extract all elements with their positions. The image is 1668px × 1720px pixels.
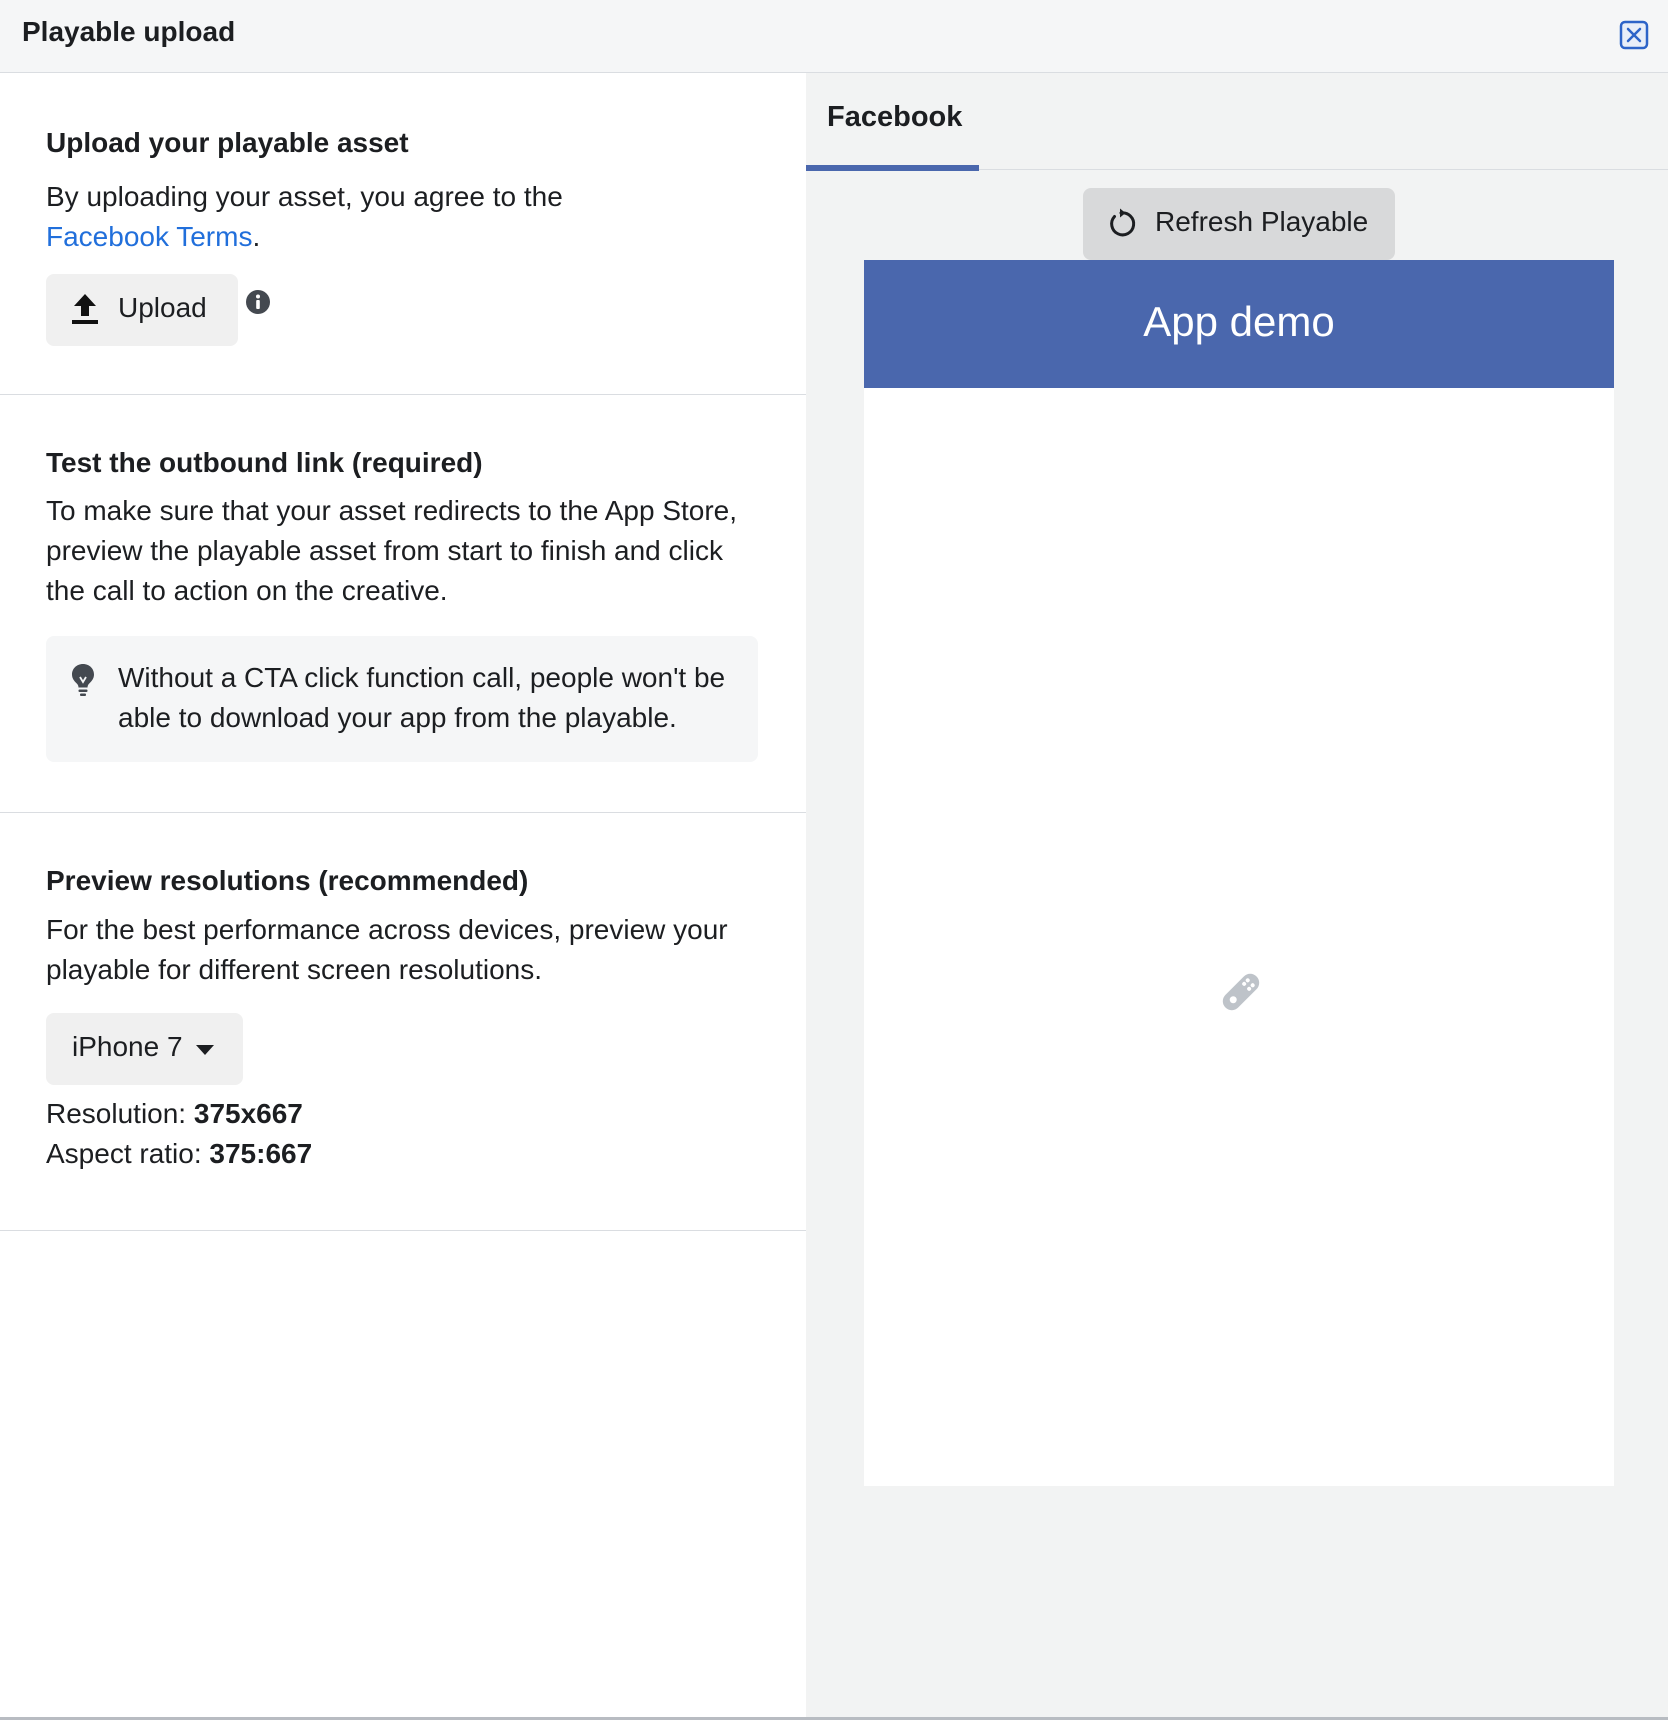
cta-tip-box: Without a CTA click function call, peopl… — [46, 636, 758, 762]
preview-section-text: For the best performance across devices,… — [46, 910, 728, 990]
terms-agreement-text: By uploading your asset, you agree to th… — [46, 181, 563, 212]
close-icon — [1619, 20, 1649, 50]
outbound-section-text: To make sure that your asset redirects t… — [46, 491, 737, 611]
aspect-ratio-value: 375:667 — [209, 1138, 313, 1169]
facebook-terms-link[interactable]: Facebook Terms — [46, 221, 252, 252]
tip-text-line: able to download your app from the playa… — [118, 702, 677, 733]
outbound-link-section: Test the outbound link (required) To mak… — [0, 395, 806, 813]
upload-icon — [72, 294, 98, 324]
upload-button-label: Upload — [118, 292, 207, 323]
outbound-text-line: To make sure that your asset redirects t… — [46, 495, 738, 526]
upload-section: Upload your playable asset By uploading … — [0, 73, 806, 395]
tab-facebook[interactable]: Facebook — [806, 73, 979, 171]
device-select[interactable]: iPhone 7 — [46, 1013, 243, 1085]
upload-button[interactable]: Upload — [46, 274, 238, 346]
settings-panel: Upload your playable asset By uploading … — [0, 73, 806, 1720]
preview-tabbar: Facebook — [806, 73, 1668, 171]
resolution-info: Resolution: 375x667 Aspect ratio: 375:66… — [46, 1094, 312, 1174]
gamepad-icon — [1222, 973, 1260, 1011]
tip-text-line: Without a CTA click function call, peopl… — [118, 662, 726, 693]
aspect-ratio-label: Aspect ratio: — [46, 1138, 210, 1169]
lightbulb-icon — [72, 664, 94, 696]
preview-text-line: For the best performance across devices,… — [46, 914, 728, 945]
upload-section-text: By uploading your asset, you agree to th… — [46, 177, 563, 257]
tab-facebook-label: Facebook — [827, 101, 963, 133]
modal-header: Playable upload — [0, 0, 1668, 73]
device-select-value: iPhone 7 — [72, 1031, 183, 1062]
resolution-label: Resolution: — [46, 1098, 194, 1129]
refresh-playable-button[interactable]: Refresh Playable — [1083, 188, 1395, 260]
device-preview[interactable]: App demo — [864, 260, 1614, 1486]
outbound-section-title: Test the outbound link (required) — [46, 447, 483, 478]
terms-period: . — [252, 221, 261, 252]
modal-title: Playable upload — [22, 16, 236, 47]
refresh-icon — [1110, 208, 1136, 237]
app-header-bar: App demo — [864, 260, 1614, 388]
outbound-text-line: the call to action on the creative. — [46, 575, 448, 606]
outbound-text-line: preview the playable asset from start to… — [46, 535, 723, 566]
preview-panel: Facebook Refresh Playable App demo — [806, 73, 1668, 1720]
close-button[interactable] — [1619, 20, 1649, 50]
upload-section-title: Upload your playable asset — [46, 127, 409, 158]
tab-active-indicator — [806, 165, 979, 171]
app-title: App demo — [1143, 298, 1335, 345]
refresh-playable-label: Refresh Playable — [1155, 206, 1369, 237]
preview-resolutions-section: Preview resolutions (recommended) For th… — [0, 813, 806, 1231]
preview-text-line: playable for different screen resolution… — [46, 954, 542, 985]
info-icon[interactable] — [245, 289, 271, 315]
cta-tip-text: Without a CTA click function call, peopl… — [118, 658, 725, 738]
resolution-value: 375x667 — [193, 1098, 303, 1129]
chevron-down-icon — [196, 1045, 214, 1055]
preview-section-title: Preview resolutions (recommended) — [46, 865, 529, 896]
